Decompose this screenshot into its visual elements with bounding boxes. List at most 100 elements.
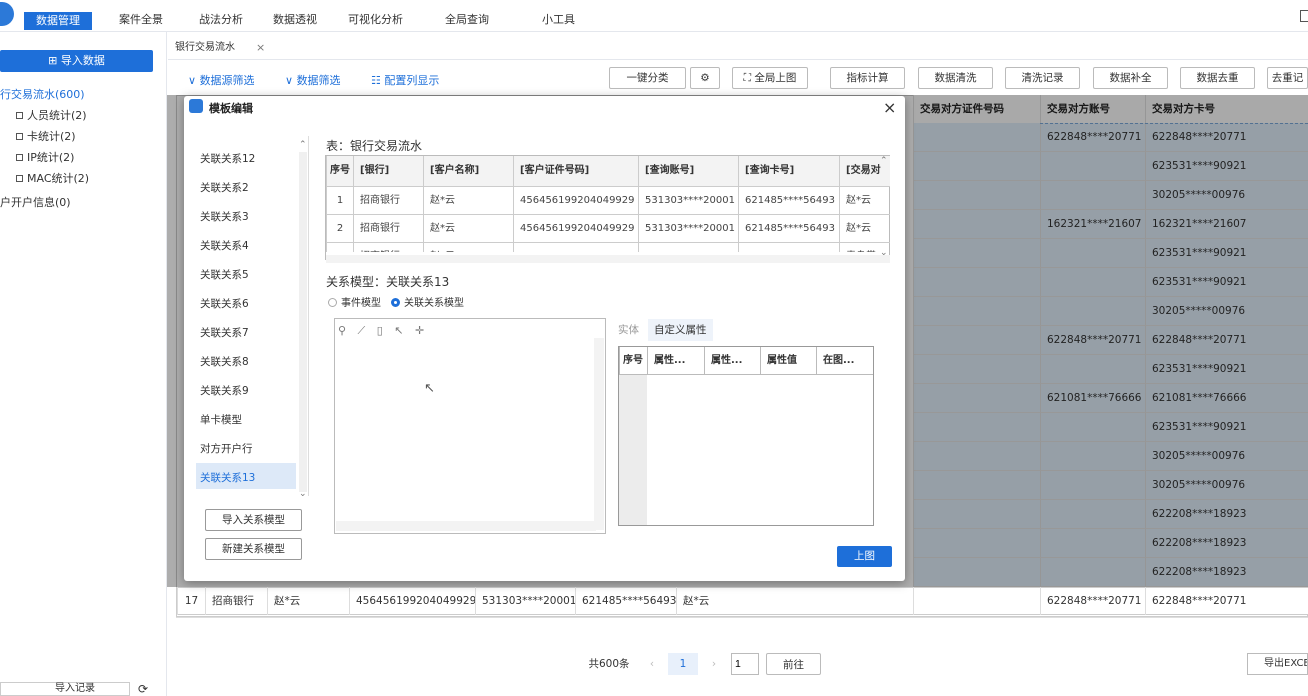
relation-list-item[interactable]: 关联关系8 xyxy=(200,354,249,369)
chevron-down-icon: ∨ xyxy=(285,74,297,87)
relation-list-item[interactable]: 关联关系12 xyxy=(200,151,255,166)
source-filter[interactable]: ∨ 数据源筛选 xyxy=(188,72,255,88)
row-cell: 621485****56493 xyxy=(575,587,677,615)
horizontal-scrollbar[interactable] xyxy=(176,617,1308,629)
nav-data-management[interactable]: 数据管理 xyxy=(24,12,92,30)
prop-header[interactable]: 序号 xyxy=(619,347,647,375)
scroll-down-icon[interactable]: ⌄ xyxy=(880,248,888,258)
preview-header[interactable]: [查询账号] xyxy=(638,156,738,186)
tab-close-icon[interactable]: × xyxy=(256,37,265,59)
data-filter[interactable]: ∨ 数据筛选 xyxy=(285,72,341,88)
chevron-down-icon: ∨ xyxy=(188,74,200,87)
indicator-calc-button[interactable]: 指标计算 xyxy=(830,67,905,89)
prev-page-icon[interactable]: ‹ xyxy=(646,653,658,675)
scroll-down-icon[interactable]: ⌄ xyxy=(299,489,307,499)
canvas-tools[interactable]: ⚲ ⟋ ▯ ↖ ✛ xyxy=(338,324,428,338)
nav-data-pivot[interactable]: 数据透视 xyxy=(273,10,317,30)
tree-item-ip-stats[interactable]: IP统计(2) xyxy=(16,149,74,165)
preview-header[interactable]: [查询卡号] xyxy=(738,156,839,186)
prop-header[interactable]: 在图... xyxy=(816,347,873,375)
property-index-col xyxy=(619,375,647,525)
page-input[interactable] xyxy=(731,653,759,675)
preview-scrollbar[interactable] xyxy=(326,255,890,263)
scroll-up-icon[interactable]: ⌃ xyxy=(299,140,307,150)
settings-icon[interactable]: ⚙ xyxy=(690,67,720,89)
nav-case-overview[interactable]: 案件全景 xyxy=(119,10,163,30)
go-button[interactable]: 前往 xyxy=(766,653,821,675)
export-excel-button[interactable]: 导出EXCEL xyxy=(1247,653,1308,675)
preview-cell: 621485****56493 xyxy=(738,242,839,252)
one-click-classify-button[interactable]: 一键分类 xyxy=(609,67,686,89)
tab-custom-props[interactable]: 自定义属性 xyxy=(648,319,713,341)
window-icon[interactable] xyxy=(1300,10,1308,22)
next-page-icon[interactable]: › xyxy=(708,653,720,675)
preview-cell: 赵*云 xyxy=(839,186,890,214)
nav-visual-analysis[interactable]: 可视化分析 xyxy=(348,10,403,30)
relation-list-item[interactable]: 关联关系3 xyxy=(200,209,249,224)
tree-item-account-info[interactable]: 户开户信息(0) xyxy=(0,194,71,210)
canvas-hscroll[interactable] xyxy=(336,521,596,531)
tree-item-bank-flow[interactable]: 行交易流水(600) xyxy=(0,86,85,102)
import-model-button[interactable]: 导入关系模型 xyxy=(205,509,302,531)
relation-list-item[interactable]: 关联关系2 xyxy=(200,180,249,195)
tree-item-person-stats[interactable]: 人员统计(2) xyxy=(16,107,87,123)
preview-cell: 招商银行 xyxy=(353,186,423,214)
preview-cell: 456456199204049929 xyxy=(513,242,638,252)
collapse-icon[interactable] xyxy=(16,132,23,140)
preview-header[interactable]: 序号 xyxy=(326,156,353,186)
dedupe-button[interactable]: 数据去重 xyxy=(1180,67,1255,89)
canvas-vscroll[interactable] xyxy=(594,338,604,530)
preview-cell: 456456199204049929 xyxy=(513,186,638,214)
nav-tools[interactable]: 小工具 xyxy=(542,10,575,30)
relation-model-radio[interactable]: 关联关系模型 xyxy=(391,294,464,309)
tab-bank-flow[interactable]: 银行交易流水 xyxy=(175,37,255,59)
close-icon[interactable]: × xyxy=(883,98,896,117)
nav-global-search[interactable]: 全局查询 xyxy=(445,10,489,30)
relation-list-item[interactable]: 关联关系6 xyxy=(200,296,249,311)
prop-header[interactable]: 属性... xyxy=(704,347,760,375)
preview-cell: 赵*云 xyxy=(839,214,890,242)
collapse-icon[interactable] xyxy=(16,153,23,161)
new-model-button[interactable]: 新建关系模型 xyxy=(205,538,302,560)
tab-entity[interactable]: 实体 xyxy=(612,319,645,341)
prop-header[interactable]: 属性... xyxy=(647,347,704,375)
preview-header[interactable]: [银行] xyxy=(353,156,423,186)
tree-item-card-stats[interactable]: 卡统计(2) xyxy=(16,128,76,144)
scroll-up-icon[interactable]: ⌃ xyxy=(880,156,888,166)
relation-list-item[interactable]: 单卡模型 xyxy=(200,412,242,427)
relation-list-item[interactable]: 关联关系9 xyxy=(200,383,249,398)
refresh-icon[interactable]: ⟳ xyxy=(138,682,148,696)
relation-list-item[interactable]: 关联关系5 xyxy=(200,267,249,282)
event-model-radio[interactable]: 事件模型 xyxy=(328,294,381,309)
preview-header[interactable]: [客户证件号码] xyxy=(513,156,638,186)
data-clean-button[interactable]: 数据清洗 xyxy=(918,67,993,89)
page-number[interactable]: 1 xyxy=(668,653,698,675)
list-scrollbar[interactable] xyxy=(299,152,307,492)
import-log-button[interactable]: 导入记录 xyxy=(0,682,130,696)
radio-icon xyxy=(328,297,337,307)
preview-cell: 621485****56493 xyxy=(738,214,839,242)
collapse-icon[interactable] xyxy=(16,174,23,182)
relation-list-item[interactable]: 对方开户行 xyxy=(200,441,253,456)
relation-list-item[interactable]: 关联关系13 xyxy=(200,470,255,485)
model-canvas[interactable] xyxy=(334,318,606,534)
preview-header[interactable]: [客户名称] xyxy=(423,156,513,186)
tree-item-mac-stats[interactable]: MAC统计(2) xyxy=(16,170,89,186)
global-map-button[interactable]: ⛶ 全局上图 xyxy=(732,67,808,89)
clean-log-button[interactable]: 清洗记录 xyxy=(1005,67,1080,89)
upload-to-graph-button[interactable]: 上图 xyxy=(837,546,892,567)
collapse-icon[interactable] xyxy=(16,111,23,119)
preview-cell: 招商银行 xyxy=(353,214,423,242)
nav-tactic-analysis[interactable]: 战法分析 xyxy=(199,10,243,30)
dedupe-log-button[interactable]: 去重记 xyxy=(1267,67,1308,89)
map-icon: ⛶ xyxy=(743,72,755,84)
relation-model-label: 关系模型：关联关系13 xyxy=(326,275,450,289)
relation-list-item[interactable]: 关联关系7 xyxy=(200,325,249,340)
import-data-button[interactable]: ⊞ 导入数据 xyxy=(0,50,153,72)
prop-header[interactable]: 属性值 xyxy=(760,347,816,375)
relation-list-item[interactable]: 关联关系4 xyxy=(200,238,249,253)
data-complete-button[interactable]: 数据补全 xyxy=(1093,67,1168,89)
tab-bar xyxy=(168,36,1308,60)
preview-cell: 3 xyxy=(326,242,353,252)
column-config[interactable]: ☷ 配置列显示 xyxy=(371,72,439,88)
